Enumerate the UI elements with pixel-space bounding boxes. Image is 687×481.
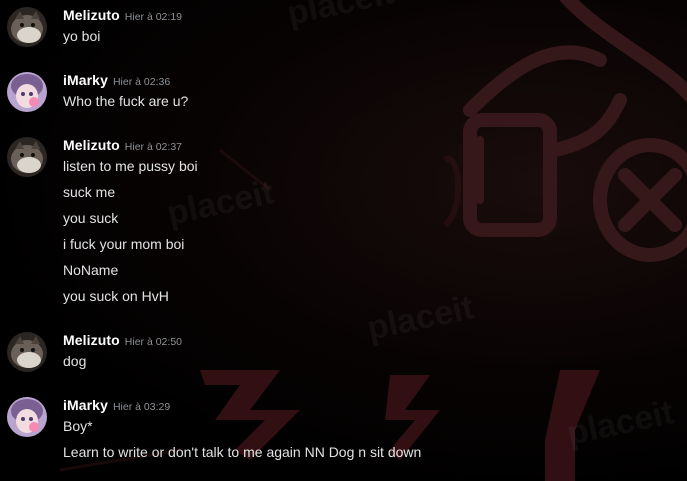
anime-girl-avatar[interactable]: [7, 72, 47, 112]
message-lines: Boy* Learn to write or don't talk to me …: [63, 418, 422, 471]
timestamp: Hier à 03:29: [112, 401, 171, 413]
username[interactable]: Melizuto: [63, 7, 120, 23]
message-text: NoName: [63, 262, 119, 278]
username[interactable]: Melizuto: [63, 137, 120, 153]
message-text: yo boi: [63, 28, 101, 44]
message-text: Learn to write or don't talk to me again…: [63, 444, 422, 460]
timestamp: Hier à 02:37: [124, 141, 182, 153]
anime-girl-avatar[interactable]: [7, 397, 47, 437]
message-lines: yo boi: [63, 28, 100, 55]
username[interactable]: Melizuto: [63, 332, 120, 348]
timestamp: Hier à 02:19: [124, 11, 182, 23]
message-lines: dog: [63, 353, 86, 380]
message-list: Melizuto Hier à 02:19 yo boi iMarky Hier à…: [0, 0, 687, 481]
message-lines: listen to me pussy boi suck me you suck …: [63, 158, 198, 315]
message-lines: Who the fuck are u?: [63, 93, 188, 120]
username[interactable]: iMarky: [63, 397, 108, 413]
message-text: you suck on HvH: [63, 288, 169, 304]
cat-avatar[interactable]: [7, 137, 47, 177]
message-text: Boy*: [63, 418, 93, 434]
username[interactable]: iMarky: [63, 72, 108, 88]
cat-avatar[interactable]: [7, 332, 47, 372]
message-text: i fuck your mom boi: [63, 236, 185, 252]
timestamp: Hier à 02:36: [112, 76, 171, 88]
message-text: dog: [63, 353, 87, 369]
message-text: Who the fuck are u?: [63, 93, 189, 109]
message-text: you suck: [63, 210, 119, 226]
message-text: suck me: [63, 184, 116, 200]
message-text: listen to me pussy boi: [63, 158, 198, 174]
timestamp: Hier à 02:50: [124, 336, 182, 348]
cat-avatar[interactable]: [7, 7, 47, 47]
